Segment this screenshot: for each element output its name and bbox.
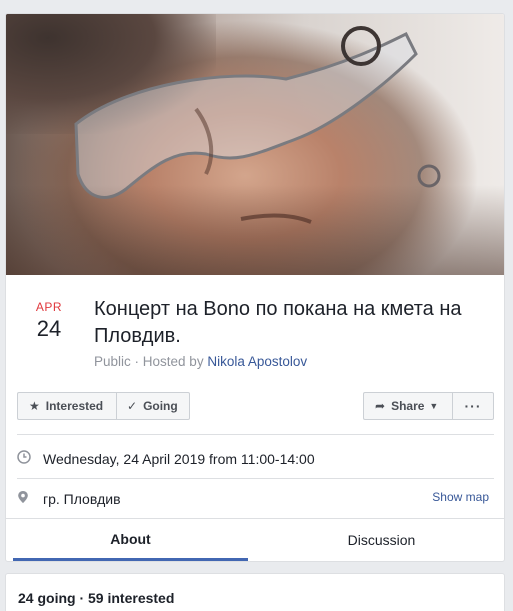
interested-label: Interested	[45, 399, 104, 413]
more-options-icon: ···	[464, 398, 482, 414]
hosted-by-label: Hosted by	[142, 354, 208, 369]
show-map-link[interactable]: Show map	[432, 490, 489, 504]
event-datetime: Wednesday, 24 April 2019 from 11:00-14:0…	[43, 450, 315, 467]
interested-button[interactable]: ★ Interested	[17, 392, 117, 420]
event-time-row: Wednesday, 24 April 2019 from 11:00-14:0…	[17, 450, 494, 467]
share-label: Share	[391, 399, 425, 413]
tab-about[interactable]: About	[13, 519, 248, 561]
event-location-row: гр. Пловдив Show map	[17, 490, 494, 507]
star-icon: ★	[29, 399, 40, 413]
event-tabs: About Discussion	[6, 519, 504, 561]
attendance-counts: 24 going · 59 interested	[18, 590, 174, 606]
divider	[17, 478, 494, 479]
event-privacy: Public	[94, 354, 131, 369]
interested-count[interactable]: 59 interested	[88, 590, 174, 606]
event-location[interactable]: гр. Пловдив	[43, 491, 121, 507]
share-button[interactable]: ➦ Share ▼	[363, 392, 452, 420]
event-host-link[interactable]: Nikola Apostolov	[207, 354, 307, 369]
clock-icon	[17, 450, 43, 467]
event-title: Концерт на Bono по покана на кмета на Пл…	[94, 298, 462, 347]
caret-down-icon: ▼	[429, 401, 439, 411]
tab-discussion[interactable]: Discussion	[264, 519, 499, 561]
going-button[interactable]: ✓ Going	[116, 392, 190, 420]
divider	[17, 434, 494, 435]
event-card: APR 24 Концерт на Bono по покана на кмет…	[5, 13, 505, 562]
event-cover-photo[interactable]	[6, 14, 504, 275]
meta-separator: ·	[130, 354, 143, 369]
check-icon: ✓	[127, 399, 138, 413]
pin-icon	[17, 490, 43, 507]
going-count[interactable]: 24 going	[18, 590, 76, 606]
stats-separator: ·	[75, 590, 89, 606]
going-label: Going	[143, 399, 178, 413]
event-day: 24	[36, 316, 62, 341]
event-date-badge: APR 24	[24, 300, 74, 342]
cover-bottom-shade	[6, 185, 504, 275]
attendance-card: 24 going · 59 interested	[5, 573, 505, 611]
share-arrow-icon: ➦	[375, 399, 386, 413]
more-options-button[interactable]: ···	[452, 392, 494, 420]
event-meta: Public · Hosted by Nikola Apostolov	[94, 354, 307, 369]
event-month: APR	[35, 300, 63, 314]
